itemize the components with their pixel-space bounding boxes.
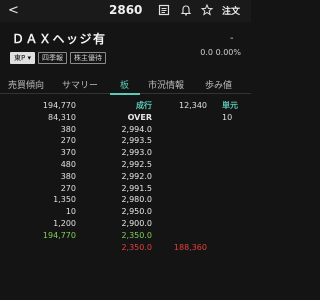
order-button[interactable]: 注文 — [222, 4, 240, 17]
stock-badges: 東P ▾ 四季報 株主優待 — [10, 52, 106, 64]
change-value: 0.0 — [200, 48, 214, 57]
price: 2,350.0 — [121, 230, 152, 240]
sell-qty: 1,350 — [53, 195, 76, 205]
news-icon[interactable] — [158, 4, 170, 16]
tab-trend[interactable]: 売買傾向 — [8, 78, 44, 91]
stock-name: ＤＡＸヘッジ有 — [12, 32, 107, 46]
price: OVER — [127, 112, 152, 122]
tab-bar: 売買傾向 サマリー 板 市況情報 歩み値 — [0, 74, 251, 94]
buy-qty: 188,360 — [173, 242, 207, 252]
price: 2,992.5 — [121, 159, 152, 169]
sell-qty: 84,310 — [48, 112, 76, 122]
unit-value: 10 — [222, 112, 233, 122]
board-row[interactable]: 270 2,993.5 — [0, 135, 251, 147]
price: 2,950.0 — [121, 207, 152, 217]
board-row[interactable]: 270 2,991.5 — [0, 183, 251, 195]
board-row[interactable]: 2,350.0 188,360 — [0, 242, 251, 254]
buy-qty: 12,340 — [179, 101, 207, 110]
board-row[interactable]: 1,350 2,980.0 — [0, 194, 251, 206]
board-row[interactable]: 1,200 2,900.0 — [0, 218, 251, 230]
board-row[interactable]: 10 2,950.0 — [0, 206, 251, 218]
top-bar: < 2860 注文 — [0, 0, 251, 22]
active-tab-indicator — [110, 93, 140, 95]
sell-qty: 270 — [60, 183, 76, 193]
board-row[interactable]: 370 2,993.0 — [0, 147, 251, 159]
sell-qty: 380 — [60, 124, 76, 134]
price: 成行 — [136, 101, 152, 110]
yutai-badge[interactable]: 株主優待 — [69, 52, 106, 64]
price: 2,980.0 — [121, 195, 152, 205]
sell-qty: 370 — [60, 148, 76, 158]
sell-qty: 194,770 — [42, 230, 76, 240]
tab-ticks[interactable]: 歩み値 — [205, 78, 232, 91]
board-row[interactable]: 84,310 OVER 10 — [0, 112, 251, 124]
sell-qty: 270 — [60, 136, 76, 146]
tab-board[interactable]: 板 — [120, 78, 129, 91]
price: 2,992.0 — [121, 171, 152, 181]
board-row[interactable]: 194,770 成行 12,340 単元 — [0, 100, 251, 112]
price: 2,991.5 — [121, 183, 152, 193]
board-row[interactable]: 194,770 2,350.0 — [0, 230, 251, 242]
shikiho-badge[interactable]: 四季報 — [37, 52, 67, 64]
board-row[interactable]: 380 2,992.0 — [0, 171, 251, 183]
stock-code: 2860 — [109, 3, 143, 17]
market-select[interactable]: 東P ▾ — [10, 52, 35, 64]
price-change: 0.0 0.00% — [200, 48, 241, 57]
price: 2,993.5 — [121, 136, 152, 146]
sell-qty: 10 — [65, 207, 76, 217]
board-row[interactable]: 380 2,994.0 — [0, 124, 251, 136]
sell-qty: 1,200 — [53, 218, 76, 228]
price: 2,993.0 — [121, 148, 152, 158]
price: 2,350.0 — [121, 242, 152, 252]
back-arrow-icon[interactable]: < — [8, 3, 19, 18]
tab-summary[interactable]: サマリー — [62, 78, 98, 91]
sell-qty: 480 — [60, 159, 76, 169]
price: 2,900.0 — [121, 218, 152, 228]
sell-qty: 380 — [60, 171, 76, 181]
market-label: 東P — [14, 54, 26, 62]
unit-label: 単元 — [222, 101, 238, 110]
tab-market[interactable]: 市況情報 — [148, 78, 184, 91]
sell-qty: 194,770 — [42, 101, 76, 110]
change-percent: 0.00% — [215, 48, 241, 57]
bell-icon[interactable] — [180, 4, 192, 16]
star-icon[interactable] — [201, 4, 213, 16]
board-row[interactable]: 480 2,992.5 — [0, 159, 251, 171]
order-book: 194,770 成行 12,340 単元 84,310 OVER 10 380 … — [0, 100, 251, 253]
current-price: - — [230, 33, 234, 44]
price: 2,994.0 — [121, 124, 152, 134]
